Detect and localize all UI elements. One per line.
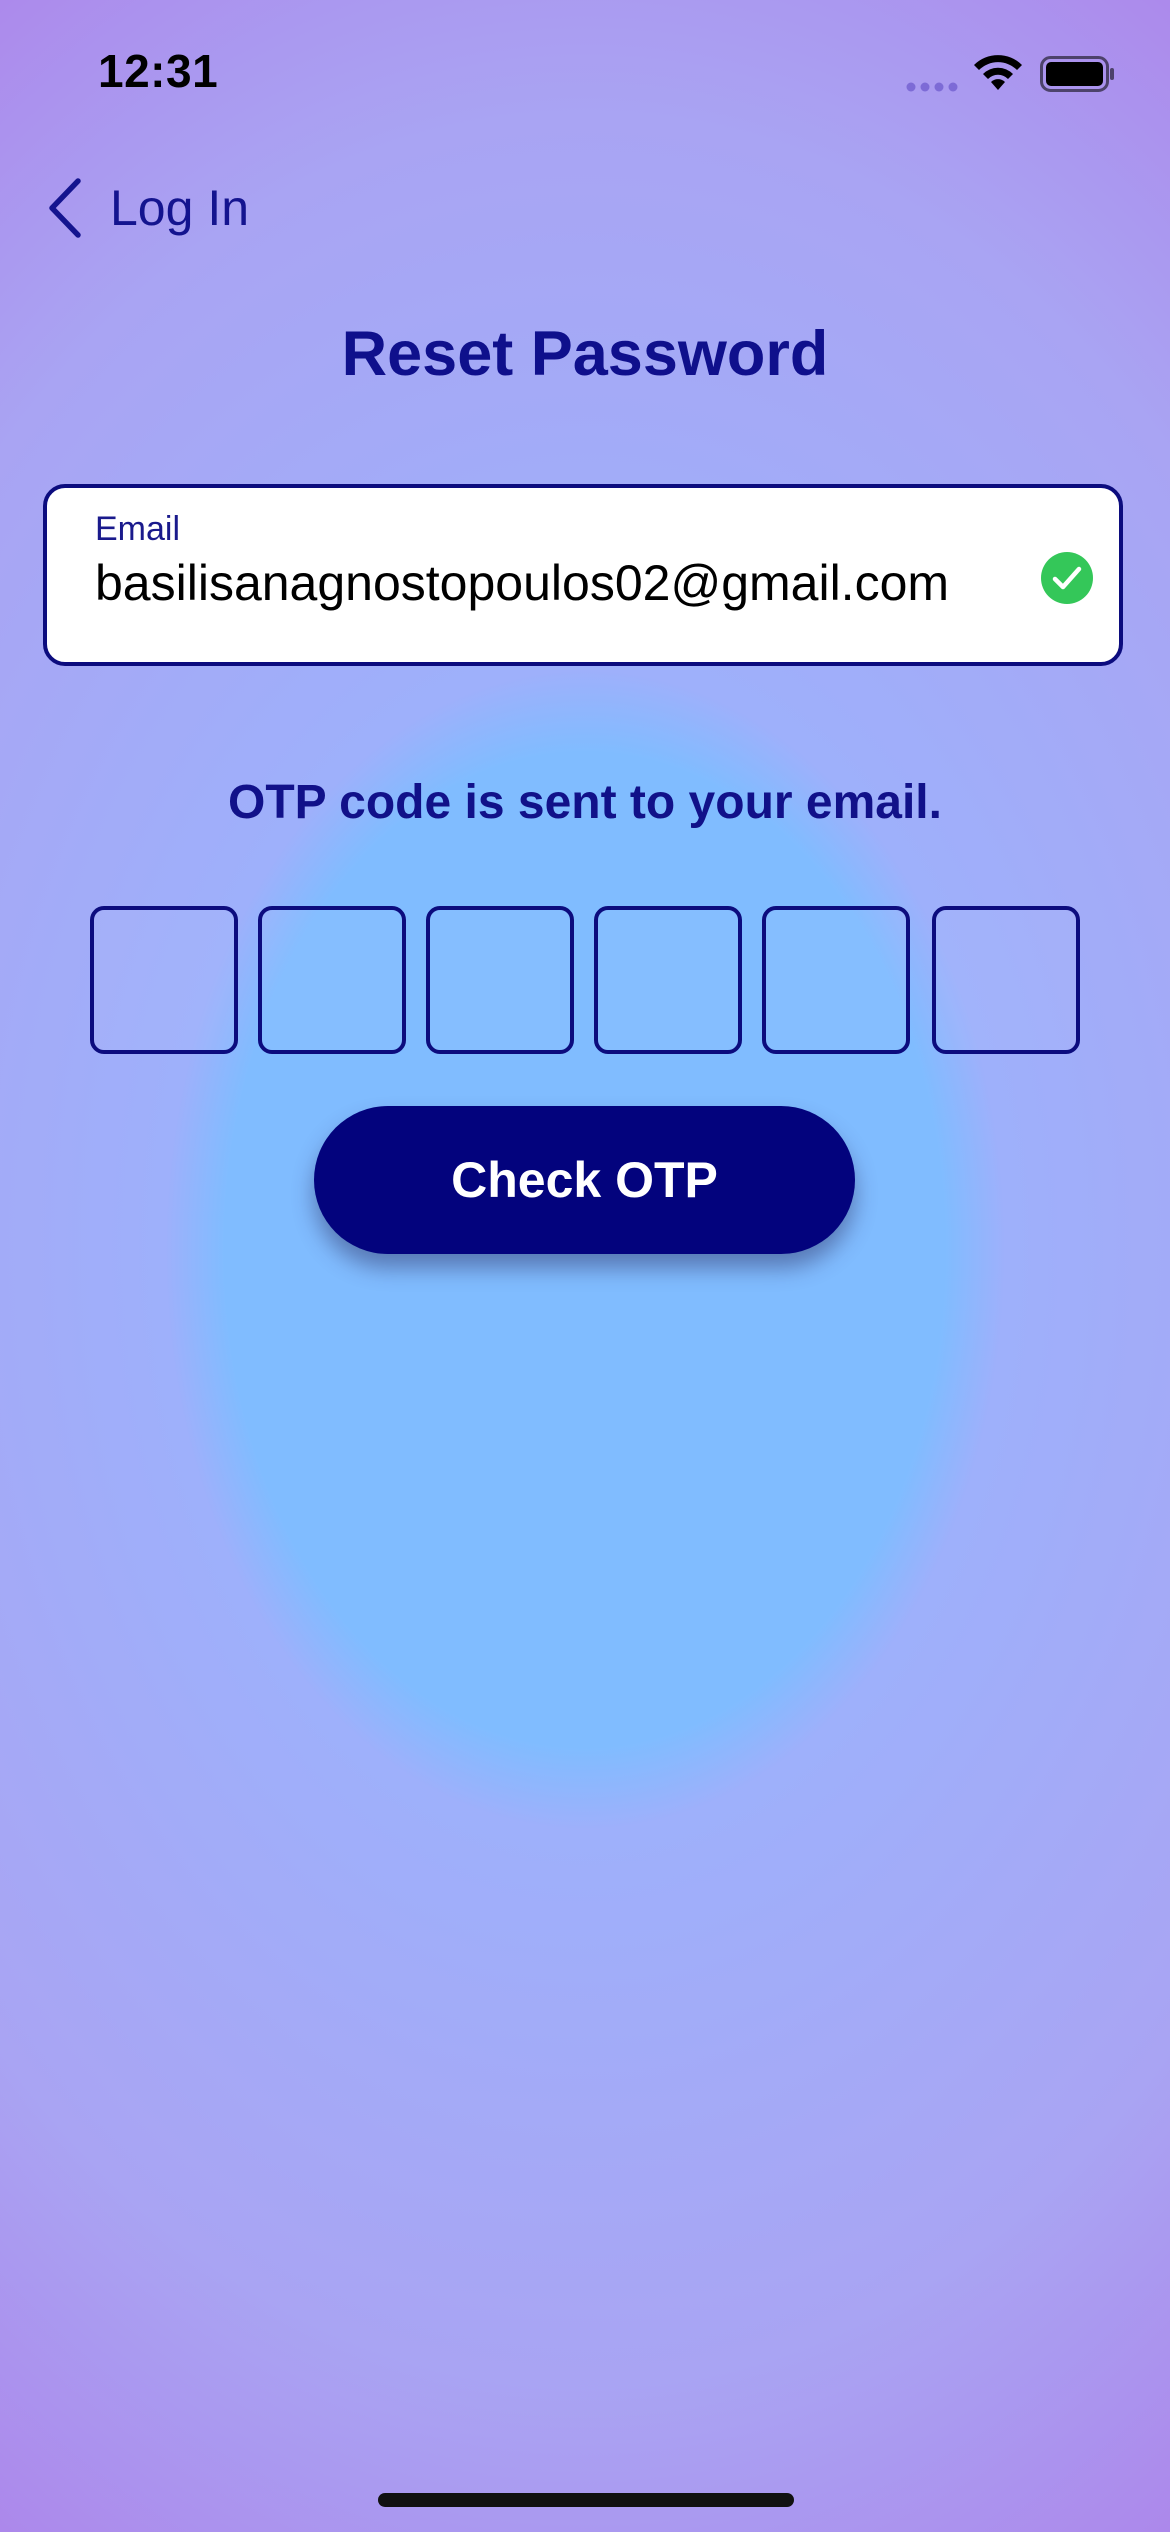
home-indicator[interactable] xyxy=(378,2493,794,2507)
battery-icon xyxy=(1040,56,1114,92)
email-value[interactable]: basilisanagnostopoulos02@gmail.com xyxy=(95,554,949,612)
status-bar: 12:31 xyxy=(0,0,1170,140)
check-circle-icon xyxy=(1041,552,1093,604)
otp-digit-6[interactable] xyxy=(932,906,1080,1054)
wifi-icon xyxy=(974,55,1022,90)
otp-digit-5[interactable] xyxy=(762,906,910,1054)
check-otp-label: Check OTP xyxy=(451,1152,718,1208)
email-field[interactable]: Email basilisanagnostopoulos02@gmail.com xyxy=(43,484,1123,666)
otp-digit-4[interactable] xyxy=(594,906,742,1054)
back-button[interactable]: Log In xyxy=(44,170,249,246)
otp-digit-3[interactable] xyxy=(426,906,574,1054)
otp-input-group xyxy=(90,906,1080,1054)
back-label: Log In xyxy=(110,180,250,236)
otp-digit-2[interactable] xyxy=(258,906,406,1054)
email-label: Email xyxy=(95,510,181,548)
check-otp-button[interactable]: Check OTP xyxy=(314,1106,855,1254)
signal-icon xyxy=(906,82,958,92)
otp-hint: OTP code is sent to your email. xyxy=(228,776,942,829)
status-time: 12:31 xyxy=(98,45,219,97)
otp-digit-1[interactable] xyxy=(90,906,238,1054)
chevron-left-icon xyxy=(49,178,81,238)
page-title: Reset Password xyxy=(341,319,829,389)
